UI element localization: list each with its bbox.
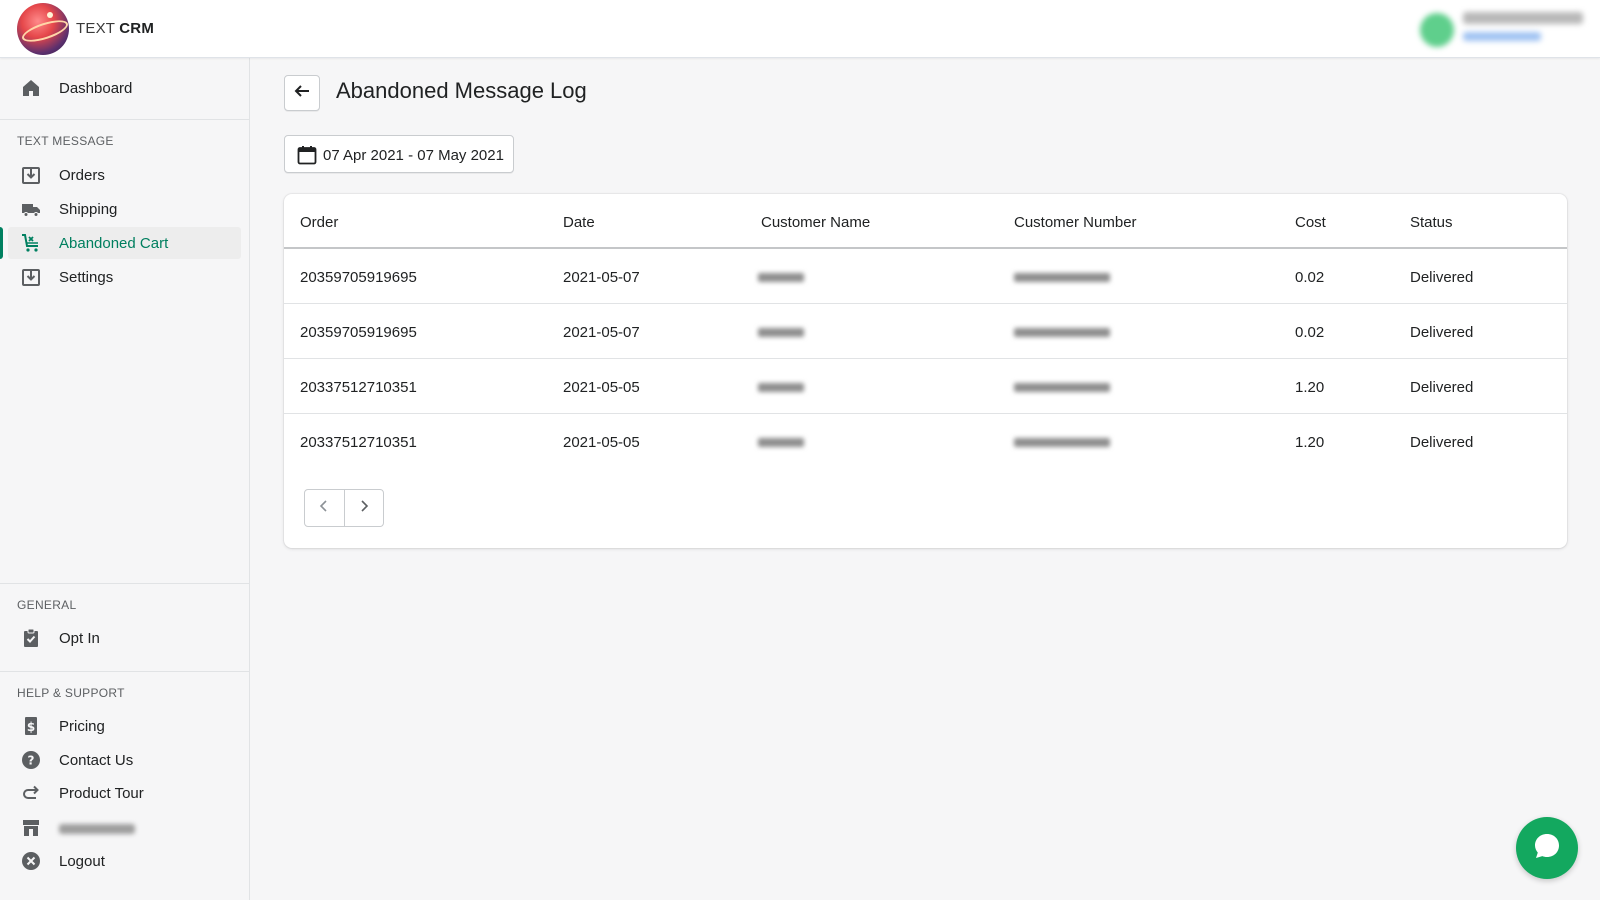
chat-bubble-icon <box>1532 831 1562 866</box>
column-header-customer-number[interactable]: Customer Number <box>1014 214 1137 231</box>
dollar-receipt-icon: $ <box>21 716 41 736</box>
sidebar-item-label: Shipping <box>59 201 117 218</box>
date-range-button[interactable]: 07 Apr 2021 - 07 May 2021 <box>284 135 514 173</box>
svg-text:?: ? <box>28 754 35 768</box>
store-name-redacted <box>59 824 135 834</box>
divider <box>0 671 249 672</box>
page-title: Abandoned Message Log <box>336 78 587 104</box>
column-header-date[interactable]: Date <box>563 214 595 231</box>
next-page-button[interactable] <box>344 490 383 526</box>
sidebar-item-contact-us[interactable]: ? Contact Us <box>8 744 241 776</box>
sidebar: Dashboard TEXT MESSAGE Orders Shipping A… <box>0 58 250 900</box>
date-cell: 2021-05-07 <box>563 269 640 286</box>
column-header-customer-name[interactable]: Customer Name <box>761 214 870 231</box>
customer-number-redacted <box>1014 328 1110 337</box>
message-log-table: Order Date Customer Name Customer Number… <box>284 194 1567 548</box>
customer-number-redacted <box>1014 383 1110 392</box>
customer-name-redacted <box>758 383 804 392</box>
sidebar-item-label: Orders <box>59 167 105 184</box>
status-cell: Delivered <box>1410 379 1473 396</box>
customer-name-redacted <box>758 438 804 447</box>
brand-name: TEXT CRM <box>76 20 154 37</box>
user-avatar[interactable] <box>1420 13 1454 47</box>
pagination <box>304 489 384 527</box>
svg-text:$: $ <box>27 720 35 734</box>
status-cell: Delivered <box>1410 434 1473 451</box>
sidebar-item-label: Contact Us <box>59 752 133 769</box>
abandoned-cart-icon <box>21 233 41 253</box>
sidebar-item-dashboard[interactable]: Dashboard <box>8 72 241 104</box>
sidebar-item-abandoned-cart[interactable]: Abandoned Cart <box>8 227 241 259</box>
section-title-text-message: TEXT MESSAGE <box>17 134 114 148</box>
divider <box>0 583 249 584</box>
section-title-help-support: HELP & SUPPORT <box>17 686 125 700</box>
sidebar-item-label: Logout <box>59 853 105 870</box>
column-header-status[interactable]: Status <box>1410 214 1453 231</box>
order-cell: 20359705919695 <box>300 269 417 286</box>
customer-number-redacted <box>1014 273 1110 282</box>
calendar-icon <box>297 145 317 170</box>
home-icon <box>21 78 41 98</box>
sidebar-item-product-tour[interactable]: Product Tour <box>8 777 241 809</box>
customer-name-redacted <box>758 273 804 282</box>
chevron-right-icon <box>358 499 370 518</box>
redo-arrow-icon <box>21 783 41 803</box>
sidebar-item-label: Settings <box>59 269 113 286</box>
table-row[interactable]: 20337512710351 2021-05-05 1.20 Delivered <box>284 414 1567 469</box>
app-logo[interactable] <box>17 3 69 55</box>
customer-number-redacted <box>1014 438 1110 447</box>
table-row[interactable]: 20359705919695 2021-05-07 0.02 Delivered <box>284 304 1567 359</box>
top-bar: TEXT CRM <box>0 0 1600 58</box>
date-range-label: 07 Apr 2021 - 07 May 2021 <box>323 147 504 164</box>
chat-launcher-button[interactable] <box>1516 817 1578 879</box>
sidebar-item-settings[interactable]: Settings <box>8 261 241 293</box>
status-cell: Delivered <box>1410 324 1473 341</box>
sidebar-item-pricing[interactable]: $ Pricing <box>8 710 241 742</box>
column-header-order[interactable]: Order <box>300 214 338 231</box>
cost-cell: 0.02 <box>1295 269 1324 286</box>
question-circle-icon: ? <box>21 750 41 770</box>
chevron-left-icon <box>318 499 330 518</box>
order-cell: 20337512710351 <box>300 434 417 451</box>
clipboard-check-icon <box>21 628 41 648</box>
download-box-icon <box>21 165 41 185</box>
cost-cell: 0.02 <box>1295 324 1324 341</box>
sidebar-item-logout[interactable]: Logout <box>8 845 241 877</box>
sidebar-item-orders[interactable]: Orders <box>8 159 241 191</box>
customer-name-redacted <box>758 328 804 337</box>
order-cell: 20337512710351 <box>300 379 417 396</box>
sidebar-item-opt-in[interactable]: Opt In <box>8 622 241 654</box>
date-cell: 2021-05-07 <box>563 324 640 341</box>
sidebar-item-label: Product Tour <box>59 785 144 802</box>
arrow-left-icon <box>293 82 311 105</box>
order-cell: 20359705919695 <box>300 324 417 341</box>
divider <box>0 119 249 120</box>
user-name-redacted[interactable] <box>1463 12 1583 24</box>
sidebar-item-store[interactable] <box>8 812 241 844</box>
section-title-general: GENERAL <box>17 598 76 612</box>
date-cell: 2021-05-05 <box>563 434 640 451</box>
back-button[interactable] <box>284 75 320 111</box>
sidebar-item-label: Pricing <box>59 718 105 735</box>
previous-page-button[interactable] <box>305 490 344 526</box>
cost-cell: 1.20 <box>1295 379 1324 396</box>
close-circle-icon <box>21 851 41 871</box>
sidebar-item-label: Opt In <box>59 630 100 647</box>
status-cell: Delivered <box>1410 269 1473 286</box>
sidebar-item-label: Abandoned Cart <box>59 235 168 252</box>
sidebar-item-shipping[interactable]: Shipping <box>8 193 241 225</box>
cost-cell: 1.20 <box>1295 434 1324 451</box>
date-cell: 2021-05-05 <box>563 379 640 396</box>
table-row[interactable]: 20359705919695 2021-05-07 0.02 Delivered <box>284 249 1567 304</box>
store-icon <box>21 818 41 838</box>
table-row[interactable]: 20337512710351 2021-05-05 1.20 Delivered <box>284 359 1567 414</box>
truck-icon <box>21 199 41 219</box>
sidebar-item-label: Dashboard <box>59 80 132 97</box>
download-box-icon <box>21 267 41 287</box>
user-store-redacted <box>1463 32 1541 41</box>
column-header-cost[interactable]: Cost <box>1295 214 1326 231</box>
